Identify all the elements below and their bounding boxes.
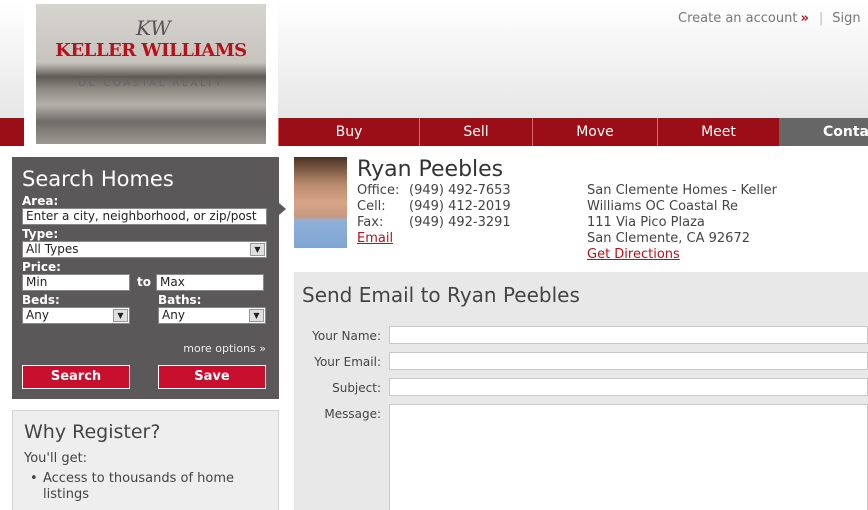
message-label: Message: (324, 407, 381, 421)
office-address: San Clemente Homes - Keller Williams OC … (587, 183, 797, 263)
price-row: Min to Max (22, 274, 269, 291)
baths-select[interactable]: Any ▼ (158, 307, 266, 324)
your-email-label: Your Email: (314, 355, 381, 369)
email-row: Email (357, 231, 393, 246)
register-intro: You'll get: (24, 451, 88, 466)
more-options-link[interactable]: more options » (183, 342, 266, 355)
nav-meet[interactable]: Meet (657, 118, 779, 146)
logo-image: KW KELLER WILLIAMS OC COASTAL REALTY (36, 4, 266, 144)
office-name-line-2: Williams OC Coastal Re (587, 199, 739, 214)
office-phone-label: Office: (357, 183, 400, 198)
beds-label: Beds: (22, 293, 60, 307)
search-homes-panel: Search Homes Area: Enter a city, neighbo… (12, 157, 279, 399)
office-name-line-1: San Clemente Homes - Keller (587, 183, 777, 198)
chevron-down-icon[interactable]: ▼ (250, 243, 265, 256)
chevron-down-icon[interactable]: ▼ (113, 309, 128, 322)
search-title: Search Homes (22, 167, 174, 191)
logo-title: KELLER WILLIAMS (55, 40, 247, 61)
beds-baths-labels: Beds: Baths: (22, 294, 269, 307)
agent-name: Ryan Peebles (357, 157, 504, 182)
baths-label: Baths: (158, 293, 202, 307)
panel-pointer-icon (279, 203, 286, 215)
search-button[interactable]: Search (22, 365, 130, 389)
nav-sell[interactable]: Sell (419, 118, 532, 146)
get-directions-link[interactable]: Get Directions (587, 247, 680, 262)
your-name-label: Your Name: (312, 329, 381, 343)
list-item: Access to thousands of home listings (24, 471, 267, 503)
nav-buy[interactable]: Buy (278, 118, 419, 146)
logo-mark: KW (136, 16, 171, 40)
area-input[interactable]: Enter a city, neighborhood, or zip/post (22, 208, 267, 225)
price-min-input[interactable]: Min (22, 274, 130, 291)
address-line-2: San Clemente, CA 92672 (587, 231, 750, 246)
logo-subtitle: OC COASTAL REALTY (78, 78, 224, 89)
area-label: Area: (22, 194, 59, 208)
why-register-panel: Why Register? You'll get: Access to thou… (12, 410, 279, 510)
top-links: Create an account» | Sign (678, 11, 861, 26)
arrow-icon: » (800, 11, 809, 26)
type-label: Type: (22, 227, 59, 241)
save-button[interactable]: Save (158, 365, 266, 389)
your-email-input[interactable] (389, 352, 868, 370)
nav-move[interactable]: Move (532, 118, 657, 146)
sign-in-link[interactable]: Sign (832, 11, 860, 26)
subject-input[interactable] (389, 378, 868, 396)
chevron-down-icon[interactable]: ▼ (249, 309, 264, 322)
fax-label: Fax: (357, 215, 384, 230)
link-separator: | (818, 11, 824, 26)
beds-select[interactable]: Any ▼ (22, 307, 130, 324)
type-select[interactable]: All Types ▼ (22, 241, 267, 258)
price-label: Price: (22, 260, 61, 274)
your-name-input[interactable] (389, 326, 868, 344)
price-max-input[interactable]: Max (156, 274, 264, 291)
type-value: All Types (26, 242, 79, 256)
beds-value: Any (26, 308, 49, 322)
fax-row: Fax: (949) 492-3291 (357, 215, 511, 230)
cell-phone-value: (949) 412-2019 (409, 199, 511, 214)
message-textarea[interactable] (389, 404, 868, 510)
cell-phone-label: Cell: (357, 199, 386, 214)
price-to-label: to (137, 275, 151, 289)
subject-label: Subject: (332, 381, 381, 395)
create-account-link[interactable]: Create an account (678, 11, 797, 26)
beds-baths-row: Any ▼ Any ▼ (22, 307, 269, 324)
nav-contact[interactable]: Conta (779, 118, 868, 146)
office-phone-value: (949) 492-7653 (409, 183, 511, 198)
email-form-title: Send Email to Ryan Peebles (302, 283, 580, 307)
address-line-1: 111 Via Pico Plaza (587, 215, 705, 230)
fax-value: (949) 492-3291 (409, 215, 511, 230)
email-link[interactable]: Email (357, 231, 393, 246)
cell-phone-row: Cell: (949) 412-2019 (357, 199, 511, 214)
baths-value: Any (162, 308, 185, 322)
register-title: Why Register? (24, 421, 161, 443)
send-email-panel: Send Email to Ryan Peebles Your Name: Yo… (294, 272, 868, 510)
office-phone-row: Office: (949) 492-7653 (357, 183, 511, 198)
agent-photo (294, 157, 347, 248)
logo[interactable]: KW KELLER WILLIAMS OC COASTAL REALTY (24, 0, 278, 146)
